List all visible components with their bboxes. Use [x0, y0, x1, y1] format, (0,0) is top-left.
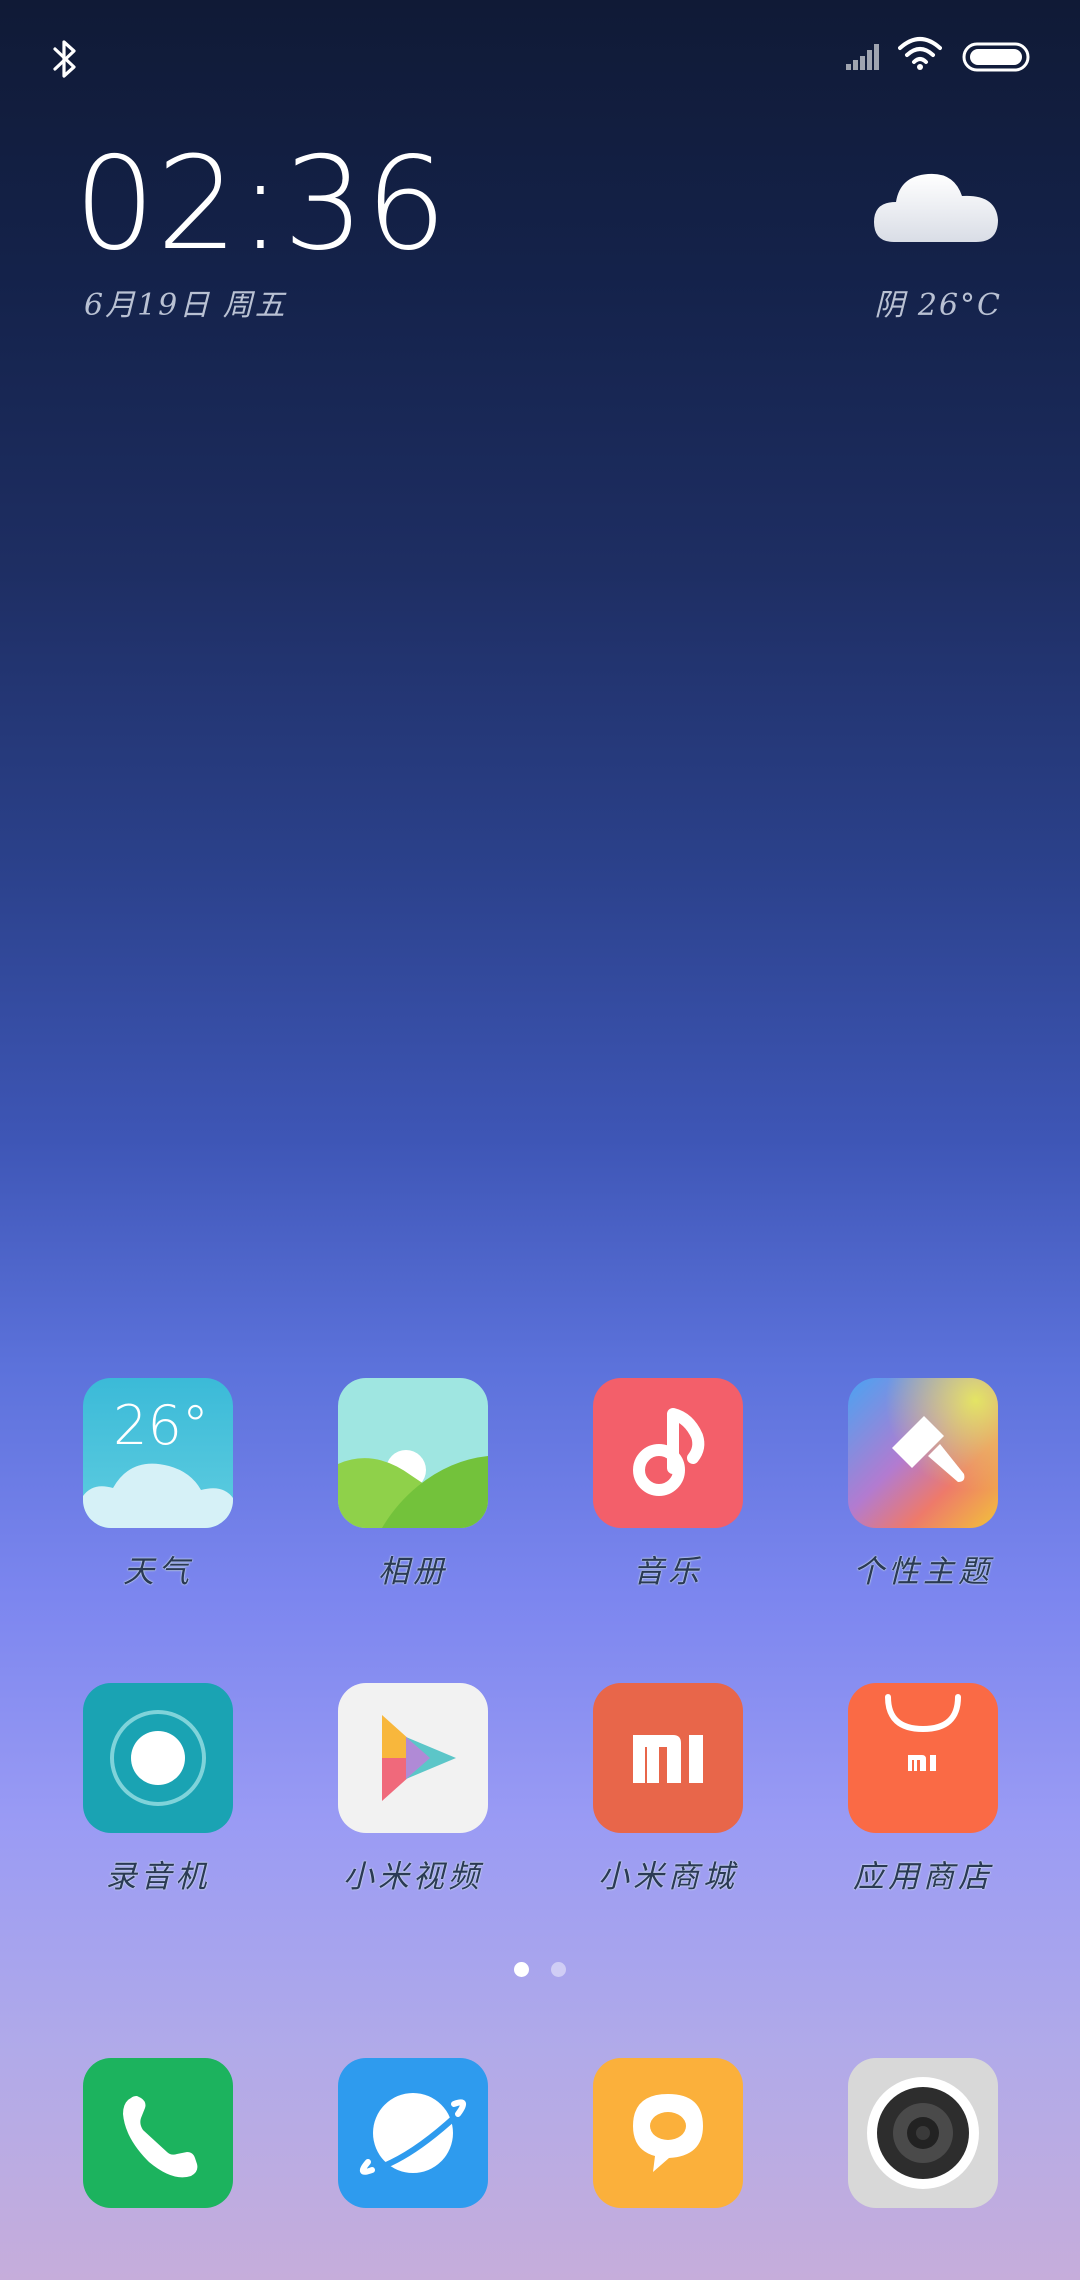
- phone-icon[interactable]: [83, 2058, 233, 2208]
- weather-icon-temp: 26°: [113, 1394, 209, 1457]
- app-music[interactable]: 音乐: [568, 1378, 768, 1618]
- app-recorder[interactable]: 录音机: [58, 1683, 258, 1923]
- clock-time[interactable]: 02:36: [74, 135, 448, 275]
- video-icon[interactable]: [338, 1683, 488, 1833]
- weather-text: 阴 26°C: [874, 288, 1002, 323]
- app-label: 相册: [378, 1554, 448, 1590]
- cellular-signal-icon: [846, 44, 879, 70]
- recorder-icon[interactable]: [83, 1683, 233, 1833]
- home-screen: 02:36 6月19日 周五 阴 26°C 26° 天气 相册 音乐 个性主题 …: [0, 0, 1080, 2280]
- gallery-icon[interactable]: [338, 1378, 488, 1528]
- browser-icon[interactable]: [338, 2058, 488, 2208]
- app-label: 小米商城: [598, 1859, 738, 1895]
- themes-icon[interactable]: [848, 1378, 998, 1528]
- music-icon[interactable]: [593, 1378, 743, 1528]
- app-mi-video[interactable]: 小米视频: [313, 1683, 513, 1923]
- app-store-icon[interactable]: [848, 1683, 998, 1833]
- app-label: 小米视频: [343, 1859, 483, 1895]
- app-gallery[interactable]: 相册: [313, 1378, 513, 1618]
- clock-date: 6月19日 周五: [84, 288, 287, 323]
- app-label: 应用商店: [853, 1859, 993, 1895]
- status-bar: [0, 0, 1080, 120]
- app-weather[interactable]: 26° 天气: [58, 1378, 258, 1618]
- app-mi-store[interactable]: 小米商城: [568, 1683, 768, 1923]
- dock-camera[interactable]: [823, 2058, 1023, 2280]
- app-label: 天气: [123, 1554, 193, 1590]
- app-store[interactable]: 应用商店: [823, 1683, 1023, 1923]
- page-dot[interactable]: [551, 1962, 566, 1977]
- app-themes[interactable]: 个性主题: [823, 1378, 1023, 1618]
- app-label: 录音机: [105, 1859, 211, 1895]
- app-label: 音乐: [633, 1554, 703, 1590]
- mi-store-icon[interactable]: [593, 1683, 743, 1833]
- page-indicator[interactable]: [0, 1962, 1080, 1982]
- dock-messaging[interactable]: [568, 2058, 768, 2280]
- dock-browser[interactable]: [313, 2058, 513, 2280]
- messaging-icon[interactable]: [593, 2058, 743, 2208]
- dock-phone[interactable]: [58, 2058, 258, 2280]
- page-dot-active[interactable]: [514, 1962, 529, 1977]
- battery-icon: [962, 42, 1030, 72]
- app-label: 个性主题: [853, 1554, 993, 1590]
- cloud-icon[interactable]: [872, 158, 1002, 248]
- camera-icon[interactable]: [848, 2058, 998, 2208]
- wifi-icon: [898, 37, 942, 70]
- bluetooth-icon: [53, 40, 76, 78]
- weather-icon[interactable]: 26°: [83, 1378, 233, 1528]
